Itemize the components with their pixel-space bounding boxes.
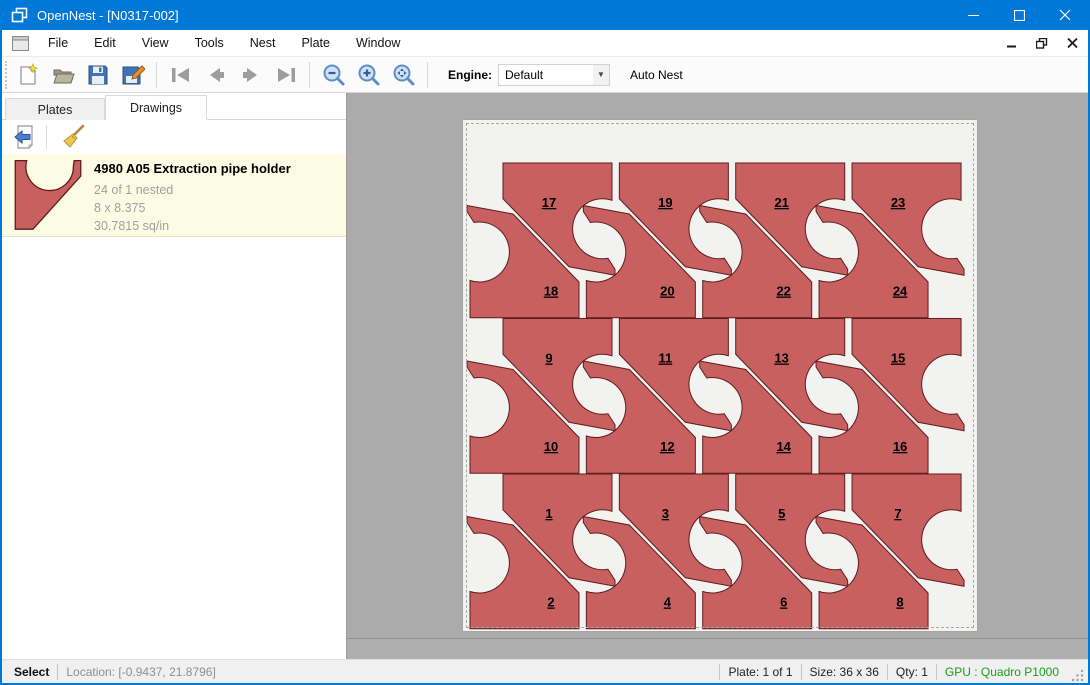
new-file-icon bbox=[16, 63, 40, 87]
status-bar: Select Location: [-0.9437, 21.8796] Plat… bbox=[2, 659, 1088, 683]
auto-nest-button[interactable]: Auto Nest bbox=[624, 64, 689, 86]
page-arrow-left-icon bbox=[12, 124, 38, 150]
status-separator bbox=[57, 664, 58, 680]
previous-plate-button[interactable] bbox=[199, 60, 232, 90]
mdi-minimize-button[interactable] bbox=[998, 33, 1026, 53]
canvas-scrollbar[interactable] bbox=[347, 638, 1088, 659]
save-as-button[interactable] bbox=[116, 60, 149, 90]
status-separator bbox=[719, 664, 720, 680]
engine-select[interactable]: Default ▼ bbox=[498, 64, 610, 86]
status-location: Location: [-0.9437, 21.8796] bbox=[66, 665, 215, 679]
menu-file[interactable]: File bbox=[35, 32, 81, 54]
main-area: Plates Drawings bbox=[2, 93, 1088, 659]
arrow-left-icon bbox=[204, 65, 228, 85]
app-icon bbox=[11, 7, 29, 23]
title-bar: OpenNest - [N0317-002] bbox=[2, 0, 1088, 30]
go-last-icon bbox=[274, 65, 298, 85]
tab-drawings[interactable]: Drawings bbox=[105, 95, 207, 120]
menu-plate[interactable]: Plate bbox=[288, 32, 343, 54]
status-gpu: GPU : Quadro P1000 bbox=[945, 665, 1059, 679]
resize-grip[interactable] bbox=[1069, 667, 1085, 683]
save-icon bbox=[86, 63, 110, 87]
drawing-dimensions: 8 x 8.375 bbox=[94, 199, 291, 217]
drawing-list-item[interactable]: 4980 A05 Extraction pipe holder 24 of 1 … bbox=[2, 154, 346, 237]
status-separator bbox=[801, 664, 802, 680]
mdi-child-icon[interactable] bbox=[12, 36, 29, 51]
first-plate-button[interactable] bbox=[164, 60, 197, 90]
panel-toolbar-separator bbox=[46, 125, 47, 149]
import-drawing-button[interactable] bbox=[8, 123, 42, 151]
toolbar: Engine: Default ▼ Auto Nest bbox=[2, 56, 1088, 93]
app-window: OpenNest - [N0317-002] File Edit View To… bbox=[0, 0, 1090, 685]
plate-boundary bbox=[466, 123, 974, 628]
tab-plates[interactable]: Plates bbox=[5, 98, 105, 120]
part-thumbnail bbox=[2, 154, 94, 236]
part-shape-icon bbox=[12, 159, 84, 231]
status-plate: Plate: 1 of 1 bbox=[728, 665, 792, 679]
zoom-out-icon bbox=[322, 63, 346, 87]
toolbar-separator bbox=[309, 62, 310, 88]
status-qty: Qty: 1 bbox=[896, 665, 928, 679]
minimize-button[interactable] bbox=[950, 0, 996, 30]
mdi-close-button[interactable] bbox=[1058, 33, 1086, 53]
last-plate-button[interactable] bbox=[269, 60, 302, 90]
minimize-icon bbox=[968, 10, 979, 21]
engine-label: Engine: bbox=[448, 68, 492, 82]
save-edit-icon bbox=[121, 63, 145, 87]
toolbar-separator bbox=[156, 62, 157, 88]
next-plate-button[interactable] bbox=[234, 60, 267, 90]
new-file-button[interactable] bbox=[11, 60, 44, 90]
plate[interactable]: 171819202122232491011121314151612345678 bbox=[462, 119, 978, 632]
drawing-nested-count: 24 of 1 nested bbox=[94, 181, 291, 199]
clear-drawings-button[interactable] bbox=[57, 123, 91, 151]
zoom-in-icon bbox=[357, 63, 381, 87]
panel-tabs: Plates Drawings bbox=[2, 95, 346, 120]
menu-window[interactable]: Window bbox=[343, 32, 413, 54]
zoom-out-button[interactable] bbox=[317, 60, 350, 90]
close-button[interactable] bbox=[1042, 0, 1088, 30]
nest-canvas[interactable]: 171819202122232491011121314151612345678 bbox=[347, 93, 1088, 659]
mdi-minimize-icon bbox=[1007, 39, 1017, 48]
engine-value: Default bbox=[499, 68, 593, 82]
status-mode: Select bbox=[14, 665, 49, 679]
status-separator bbox=[936, 664, 937, 680]
toolbar-separator bbox=[427, 62, 428, 88]
save-button[interactable] bbox=[81, 60, 114, 90]
maximize-button[interactable] bbox=[996, 0, 1042, 30]
menu-nest[interactable]: Nest bbox=[237, 32, 289, 54]
open-folder-icon bbox=[51, 63, 75, 87]
go-first-icon bbox=[169, 65, 193, 85]
zoom-fit-icon bbox=[392, 63, 416, 87]
open-file-button[interactable] bbox=[46, 60, 79, 90]
status-separator bbox=[887, 664, 888, 680]
drawing-item-text: 4980 A05 Extraction pipe holder 24 of 1 … bbox=[94, 154, 291, 236]
toolbar-grip[interactable] bbox=[5, 61, 10, 89]
mdi-restore-button[interactable] bbox=[1028, 33, 1056, 53]
drawings-toolbar bbox=[2, 122, 346, 152]
maximize-icon bbox=[1014, 10, 1025, 21]
menu-tools[interactable]: Tools bbox=[182, 32, 237, 54]
close-icon bbox=[1059, 9, 1071, 21]
arrow-right-icon bbox=[239, 65, 263, 85]
mdi-close-icon bbox=[1067, 38, 1078, 48]
mdi-restore-icon bbox=[1036, 38, 1048, 49]
drawing-area: 30.7815 sq/in bbox=[94, 217, 291, 235]
chevron-down-icon: ▼ bbox=[593, 65, 609, 85]
broom-icon bbox=[61, 124, 87, 150]
left-panel: Plates Drawings bbox=[2, 93, 347, 659]
zoom-in-button[interactable] bbox=[352, 60, 385, 90]
status-size: Size: 36 x 36 bbox=[810, 665, 879, 679]
drawing-title: 4980 A05 Extraction pipe holder bbox=[94, 161, 291, 176]
menu-bar: File Edit View Tools Nest Plate Window bbox=[2, 30, 1088, 56]
zoom-fit-button[interactable] bbox=[387, 60, 420, 90]
menu-view[interactable]: View bbox=[129, 32, 182, 54]
window-title: OpenNest - [N0317-002] bbox=[37, 8, 950, 23]
menu-edit[interactable]: Edit bbox=[81, 32, 129, 54]
